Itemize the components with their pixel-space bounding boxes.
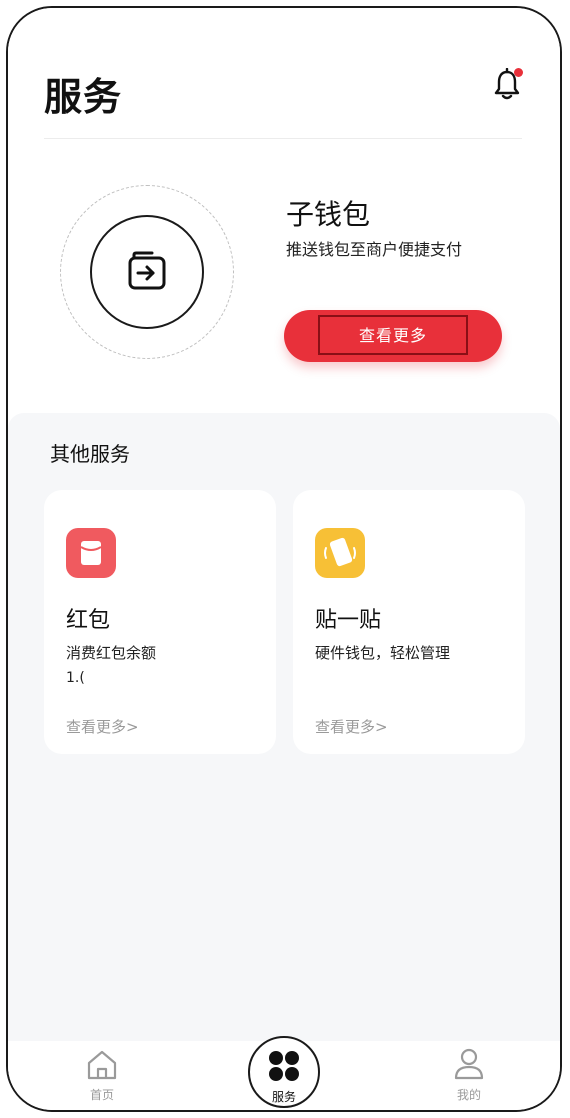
card-desc: 消费红包余额 <box>66 644 157 662</box>
view-more-button-label: 查看更多 <box>358 326 427 345</box>
tap-card-icon <box>315 528 365 578</box>
user-icon[interactable] <box>451 1046 487 1082</box>
tab-home-label[interactable]: 首页 <box>72 1086 132 1103</box>
hero-title: 子钱包 <box>286 198 371 231</box>
header-divider <box>44 138 522 139</box>
card-desc: 硬件钱包，轻松管理 <box>315 644 451 662</box>
tab-services-label[interactable]: 服务 <box>254 1088 314 1105</box>
tap-card-card[interactable]: 贴一贴 硬件钱包，轻松管理 查看更多> <box>293 490 525 754</box>
hero-subtitle: 推送钱包至商户便捷支付 <box>286 240 463 259</box>
red-packet-icon <box>66 528 116 578</box>
section-title: 其他服务 <box>50 442 130 466</box>
home-icon <box>12 1040 48 1074</box>
card-title: 贴一贴 <box>315 608 382 633</box>
card-balance: 1.( <box>66 670 85 686</box>
phone-frame: 服务 子钱包 推送钱包至商户便捷支付 查看更多 其他服务 红包 消费红包余额 1… <box>6 6 562 1112</box>
card-view-more-link[interactable]: 查看更多> <box>66 716 139 737</box>
notification-dot <box>514 68 523 77</box>
red-packet-card[interactable]: 红包 消费红包余额 1.( 查看更多> <box>44 490 276 754</box>
tab-profile-label[interactable]: 我的 <box>439 1086 499 1103</box>
card-view-more-link[interactable]: 查看更多> <box>315 716 388 737</box>
tab-home[interactable] <box>68 8 128 77</box>
card-title: 红包 <box>66 608 111 633</box>
services-grid-icon <box>269 1051 299 1081</box>
wallet-transfer-icon <box>128 251 166 290</box>
home-icon[interactable] <box>84 1048 120 1082</box>
